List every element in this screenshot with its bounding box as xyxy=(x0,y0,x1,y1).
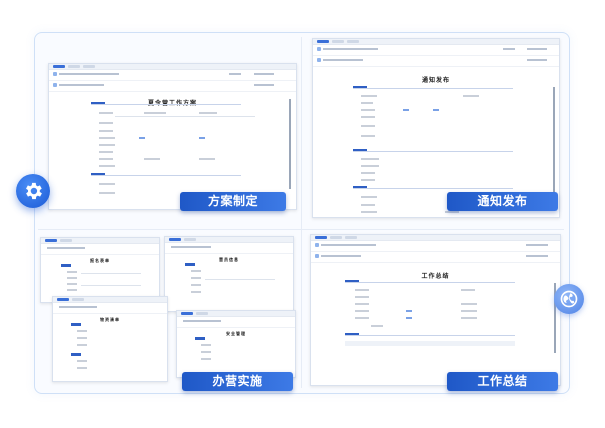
operate-caption: 办营实施 xyxy=(182,372,293,391)
plan-doc-title: 夏令营工作方案 xyxy=(49,98,296,107)
operate-form-1-title: 报名表单 xyxy=(90,258,110,263)
plan-caption: 方案制定 xyxy=(180,192,286,211)
summary-screenshot: 工作总结 xyxy=(310,234,561,386)
operate-form-2: 营员信息 xyxy=(164,236,294,312)
operate-form-4: 安全管理 xyxy=(176,310,296,378)
notice-caption: 通知发布 xyxy=(447,192,558,211)
summary-doc-title: 工作总结 xyxy=(421,273,450,280)
notice-doc-title: 通知发布 xyxy=(421,77,450,84)
globe-icon xyxy=(554,284,584,314)
operate-form-1: 报名表单 xyxy=(40,237,160,303)
divider-vertical xyxy=(301,37,302,388)
gear-icon xyxy=(16,174,50,208)
plan-screenshot: 夏令营工作方案 xyxy=(48,63,297,210)
divider-horizontal xyxy=(38,229,564,230)
summary-caption: 工作总结 xyxy=(447,372,558,391)
notice-screenshot: 通知发布 xyxy=(312,38,560,218)
operate-form-3: 物资清单 xyxy=(52,296,168,382)
